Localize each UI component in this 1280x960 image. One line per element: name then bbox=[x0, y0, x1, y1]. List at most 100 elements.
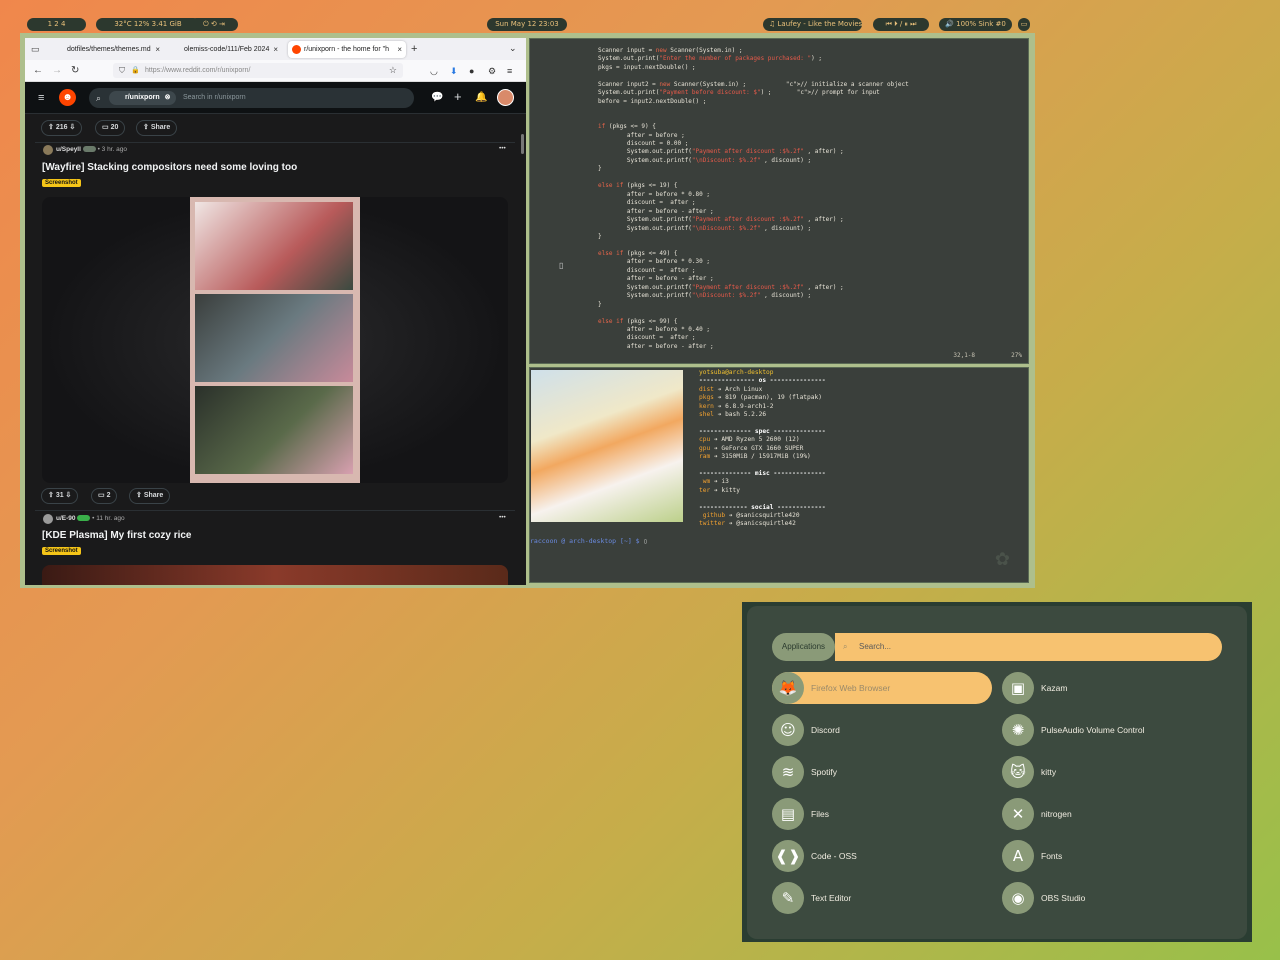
back-icon[interactable]: ← bbox=[33, 64, 43, 78]
post-author[interactable]: u/Speyll bbox=[56, 146, 81, 153]
more-options-icon[interactable]: ••• bbox=[499, 145, 506, 152]
vote-button[interactable]: ⇧ 216 ⇩ bbox=[41, 120, 83, 136]
screenshot-thumb bbox=[195, 386, 353, 474]
fonts-icon: A bbox=[1002, 840, 1034, 872]
terminal-window[interactable]: yotsuba@arch-desktop --------------- os -… bbox=[529, 367, 1029, 583]
files-icon: ▤ bbox=[772, 798, 804, 830]
app-item-text-editor[interactable]: ✎ Text Editor bbox=[772, 882, 992, 914]
shell-prompt[interactable]: raccoon @ arch-desktop [~] $ ▯ bbox=[530, 537, 647, 545]
tab-overview-icon[interactable]: ▭ bbox=[31, 42, 40, 56]
vote-button[interactable]: ⇧ 31 ⇩ bbox=[41, 488, 79, 504]
mode-applications[interactable]: Applications bbox=[772, 633, 835, 661]
close-icon[interactable]: × bbox=[397, 41, 402, 58]
app-item-kazam[interactable]: ▣ Kazam bbox=[1002, 672, 1222, 704]
downloads-icon[interactable]: ⬇ bbox=[450, 64, 458, 78]
tab-label: dotfiles/themes/themes.md bbox=[67, 46, 151, 53]
post-image-container[interactable] bbox=[42, 197, 508, 483]
search-icon: ⌕ bbox=[843, 642, 848, 651]
tab-olemiss[interactable]: olemiss-code/111/Feb 2024 × bbox=[166, 41, 282, 58]
share-button[interactable]: ⇪ Share bbox=[136, 120, 178, 136]
extensions-icon[interactable]: ⚙ bbox=[488, 64, 496, 78]
discord-icon: ☺ bbox=[772, 714, 804, 746]
post-flair[interactable]: Screenshot bbox=[42, 179, 81, 187]
post-time: • 11 hr. ago bbox=[92, 515, 125, 522]
menu-icon[interactable]: ≡ bbox=[507, 64, 512, 78]
app-item-files[interactable]: ▤ Files bbox=[772, 798, 992, 830]
post-flair[interactable]: Screenshot bbox=[42, 547, 81, 555]
share-button[interactable]: ⇪ Share bbox=[129, 488, 171, 504]
comments-button[interactable]: ▭ 20 bbox=[95, 120, 126, 136]
power-controls[interactable]: ⏻ ⟲ ⇥ bbox=[190, 18, 238, 31]
fetch-spacer bbox=[699, 419, 826, 427]
app-label: Text Editor bbox=[811, 893, 852, 903]
reload-icon[interactable]: ↻ bbox=[71, 64, 79, 78]
app-item-nitrogen[interactable]: ✕ nitrogen bbox=[1002, 798, 1222, 830]
tab-unixporn[interactable]: r/unixporn - the home for "h × bbox=[288, 41, 406, 58]
chevron-down-icon[interactable]: ⌄ bbox=[509, 41, 517, 55]
volume-indicator[interactable]: 🔊 100% Sink #0 bbox=[939, 18, 1012, 31]
account-icon[interactable]: ● bbox=[469, 64, 474, 78]
app-item-code[interactable]: ❰❱ Code - OSS bbox=[772, 840, 992, 872]
avatar[interactable] bbox=[43, 514, 53, 524]
code-line: discount = after ; bbox=[598, 199, 696, 207]
avatar[interactable] bbox=[43, 145, 53, 155]
post-image bbox=[190, 197, 360, 483]
workspaces-indicator[interactable]: 1 2 4 bbox=[27, 18, 86, 31]
divider bbox=[35, 142, 515, 143]
reddit-logo-icon[interactable]: ☻ bbox=[59, 89, 76, 106]
fetch-row: kern ➔ 6.8.9-arch1-2 bbox=[699, 402, 774, 410]
code-line: } bbox=[598, 232, 602, 240]
more-options-icon[interactable]: ••• bbox=[499, 514, 506, 521]
hamburger-icon[interactable]: ≡ bbox=[38, 91, 44, 105]
create-post-icon[interactable]: + bbox=[454, 90, 462, 104]
tray-icon[interactable]: ▭ bbox=[1018, 18, 1030, 31]
app-item-pulseaudio[interactable]: ✺ PulseAudio Volume Control bbox=[1002, 714, 1222, 746]
post-title[interactable]: [KDE Plasma] My first cozy rice bbox=[42, 530, 192, 541]
pocket-icon[interactable]: ◡ bbox=[430, 64, 438, 78]
editor-window[interactable]: Scanner input = new Scanner(System.in) ;… bbox=[529, 38, 1029, 364]
media-controls[interactable]: ⏮ ⏵ / ⏸ ⏭ bbox=[873, 18, 929, 31]
fetch-section-header: -------------- misc -------------- bbox=[699, 469, 826, 477]
chat-icon[interactable]: 💬 bbox=[431, 91, 443, 105]
bell-icon[interactable]: 🔔 bbox=[475, 91, 487, 105]
close-icon[interactable]: × bbox=[155, 41, 160, 58]
fetch-row: github ➔ @sanicsquirtle420 bbox=[699, 511, 800, 519]
reddit-header: ≡ ☻ ⌕ r/unixporn ⊗ Search in r/unixporn … bbox=[25, 82, 526, 114]
tab-label: r/unixporn - the home for "h bbox=[304, 46, 389, 53]
scrollbar[interactable] bbox=[521, 134, 524, 154]
app-label: Spotify bbox=[811, 767, 837, 777]
forward-icon[interactable]: → bbox=[52, 64, 62, 78]
code-line: else if (pkgs <= 49) { bbox=[598, 249, 678, 257]
app-label: Files bbox=[811, 809, 829, 819]
app-item-kitty[interactable]: 🐱 kitty bbox=[1002, 756, 1222, 788]
avatar[interactable] bbox=[497, 89, 514, 106]
post-image[interactable] bbox=[42, 565, 508, 585]
status-bar: 1 2 4 32°C 12% 3.41 GiB ⏻ ⟲ ⇥ Sun May 12… bbox=[20, 17, 1035, 33]
comment-count: 2 bbox=[106, 492, 111, 499]
app-item-discord[interactable]: ☺ Discord bbox=[772, 714, 992, 746]
subreddit-chip[interactable]: r/unixporn ⊗ bbox=[109, 91, 177, 105]
comments-button[interactable]: ▭ 2 bbox=[91, 488, 118, 504]
bookmark-star-icon[interactable]: ☆ bbox=[389, 63, 397, 78]
clear-icon[interactable]: ⊗ bbox=[165, 94, 171, 101]
app-label: Code - OSS bbox=[811, 851, 857, 861]
post-title[interactable]: [Wayfire] Stacking compositors need some… bbox=[42, 162, 297, 173]
app-item-firefox[interactable]: 🦊 Firefox Web Browser bbox=[772, 672, 992, 704]
app-item-spotify[interactable]: ≋ Spotify bbox=[772, 756, 992, 788]
post-meta: u/Speyll • 3 hr. ago bbox=[56, 146, 127, 153]
tab-dotfiles[interactable]: dotfiles/themes/themes.md × bbox=[49, 41, 164, 58]
code-area[interactable]: Scanner input = new Scanner(System.in) ;… bbox=[598, 47, 909, 351]
nav-bar: ← → ↻ ⛉ 🔒 https://www.reddit.com/r/unixp… bbox=[25, 60, 526, 82]
new-tab-icon[interactable]: + bbox=[411, 42, 417, 56]
app-item-obs[interactable]: ◉ OBS Studio bbox=[1002, 882, 1222, 914]
subreddit-search[interactable]: ⌕ r/unixporn ⊗ Search in r/unixporn bbox=[89, 88, 414, 108]
url-bar[interactable]: ⛉ 🔒 https://www.reddit.com/r/unixporn/ ☆ bbox=[113, 63, 403, 78]
app-item-fonts[interactable]: A Fonts bbox=[1002, 840, 1222, 872]
fetch-row: ter ➔ kitty bbox=[699, 486, 740, 494]
close-icon[interactable]: × bbox=[273, 41, 278, 58]
post-author[interactable]: u/E-90 bbox=[56, 515, 76, 522]
comment-count: 20 bbox=[110, 124, 119, 131]
launcher-search-input[interactable]: ⌕ Search... bbox=[835, 633, 1222, 661]
